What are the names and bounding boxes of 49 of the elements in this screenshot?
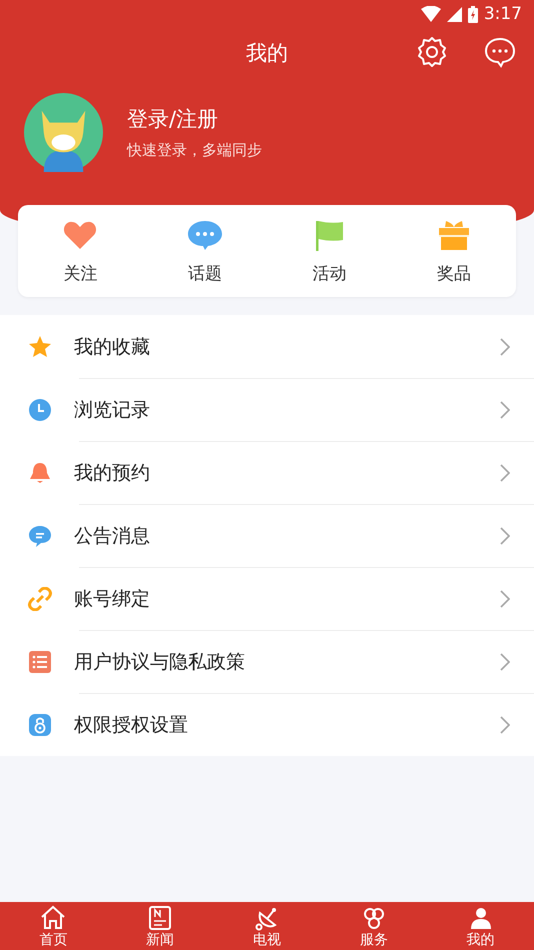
home-icon [40,905,66,931]
chevron-right-icon [500,526,510,544]
tab-item[interactable]: 我的 [427,902,534,950]
avatar[interactable] [24,93,103,172]
page-title: 我的 [246,40,288,67]
menu-item[interactable]: 浏览记录 [0,378,534,441]
battery-icon [468,6,478,22]
chevron-right-icon [500,652,510,670]
menu-label: 账号绑定 [74,586,151,612]
menu-label: 用户协议与隐私政策 [74,650,246,674]
link-icon [28,586,52,610]
shortcut-label[interactable]: 活动 [312,262,346,284]
newspaper-icon [147,905,174,931]
wifi-icon [420,6,441,22]
shortcut-label[interactable]: 关注 [63,262,98,284]
menu-item[interactable]: 我的预约 [0,441,534,504]
speech-bubble-icon [28,524,52,548]
chevron-right-icon [500,590,510,608]
menu-item[interactable]: 公告消息 [0,504,534,567]
tab-item[interactable]: 首页 [0,902,107,950]
message-icon[interactable] [484,36,516,68]
login-hint: 快速登录，多端同步 [127,141,262,160]
chevron-right-icon [500,716,510,734]
login-link[interactable]: 登录/注册 [127,105,262,133]
menu-item[interactable]: 账号绑定 [0,567,534,630]
chevron-right-icon [500,338,510,356]
menu-item[interactable]: 权限授权设置 [0,693,534,756]
list-icon [28,650,52,674]
lock-icon [28,712,52,736]
tab-item[interactable]: 新闻 [106,902,214,950]
menu-label: 公告消息 [74,524,151,548]
clock-icon [28,398,52,422]
menu-item[interactable]: 用户协议与隐私政策 [0,630,534,693]
status-time: 3:17 [484,4,522,24]
settings-icon[interactable] [416,36,448,68]
bell-icon [28,460,52,484]
signal-icon [446,6,462,22]
menu-label: 我的收藏 [74,334,151,360]
tab-item[interactable]: 服务 [320,902,428,950]
star-icon [28,334,52,358]
tab-item[interactable]: 电视 [214,902,320,950]
shortcut-label[interactable]: 奖品 [436,262,471,284]
menu-item[interactable]: 我的收藏 [0,315,534,378]
menu-label: 我的预约 [74,460,151,486]
shortcut-label[interactable]: 话题 [188,262,222,284]
menu-label: 权限授权设置 [74,712,189,738]
chevron-right-icon [500,464,510,482]
menu-label: 浏览记录 [74,398,151,422]
chevron-right-icon [500,400,510,418]
